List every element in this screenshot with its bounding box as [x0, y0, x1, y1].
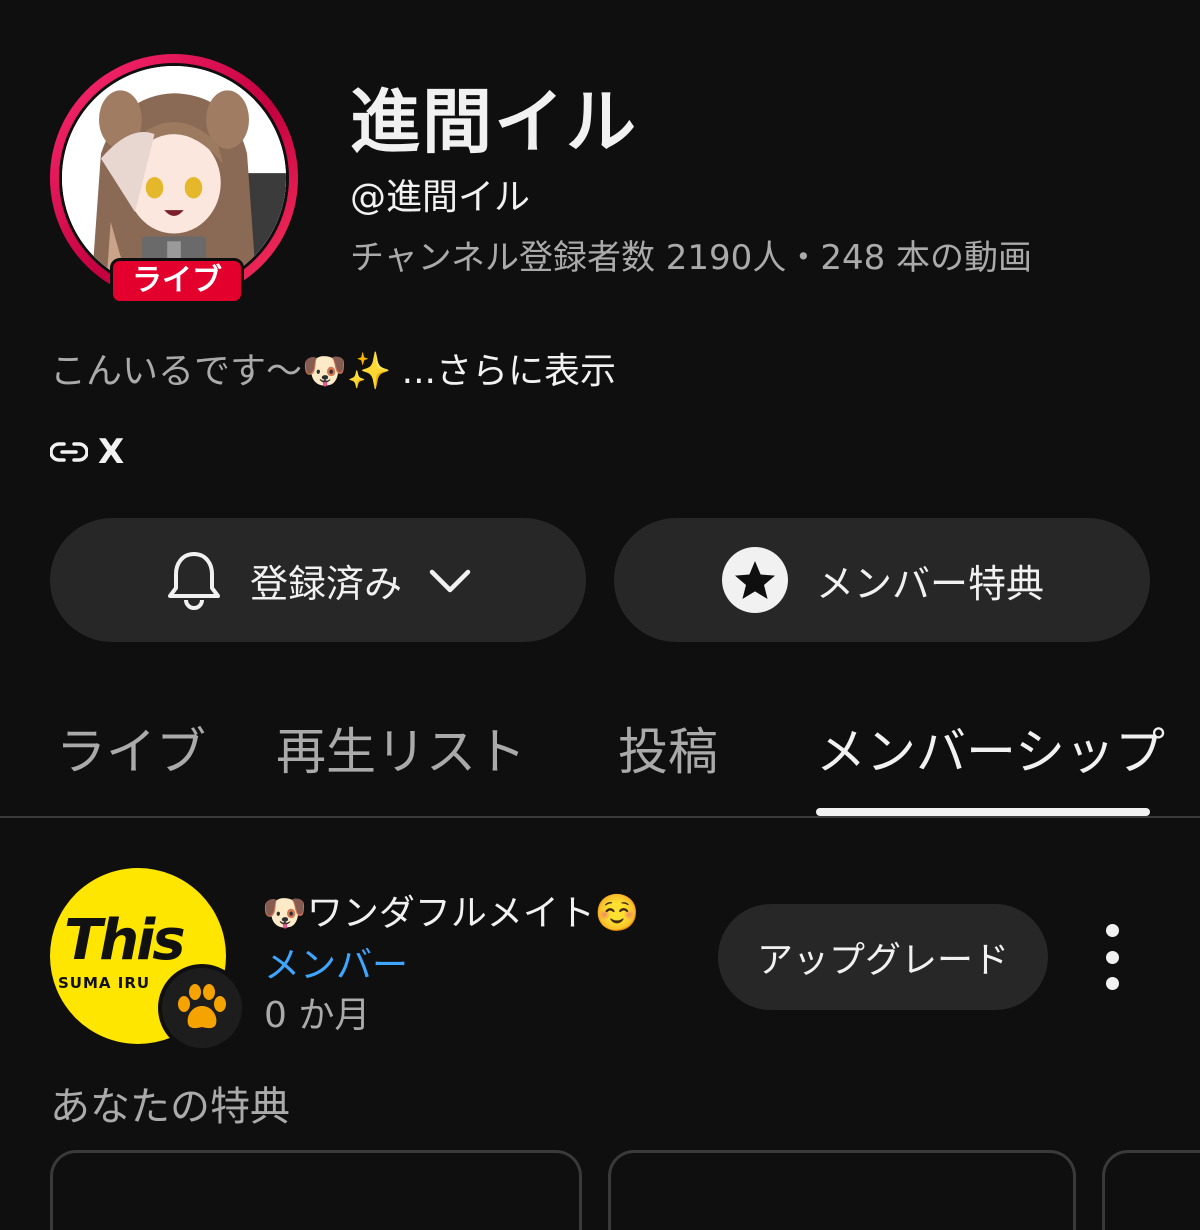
membership-status: メンバー [264, 945, 409, 986]
link-icon [50, 442, 88, 462]
tab-membership[interactable]: メンバーシップ [816, 712, 1165, 784]
chevron-down-icon [429, 569, 471, 593]
logo-word: This [64, 908, 186, 973]
upgrade-button[interactable]: アップグレード [718, 904, 1048, 1010]
tab-posts[interactable]: 投稿 [618, 712, 718, 784]
paw-icon [178, 984, 226, 1029]
logo-subtext: SUMA IRU [58, 974, 151, 992]
channel-avatar[interactable]: ライブ [50, 54, 298, 304]
more-options-icon[interactable] [1088, 924, 1136, 990]
paw-badge [158, 964, 246, 1052]
live-badge[interactable]: ライブ [110, 258, 244, 304]
channel-handle: @進間イル [350, 177, 531, 218]
member-perks-label: メンバー特典 [815, 561, 1044, 606]
show-more-link[interactable]: ...さらに表示 [402, 351, 616, 392]
member-perks-button[interactable]: メンバー特典 [614, 518, 1150, 642]
perk-card[interactable] [1102, 1150, 1200, 1230]
membership-duration: 0 か月 [264, 995, 371, 1036]
subscribed-button[interactable]: 登録済み [50, 518, 586, 642]
link-label: X [98, 432, 125, 472]
membership-tier-name: 🐶ワンダフルメイト☺️ [262, 893, 640, 934]
channel-name: 進間イル [350, 81, 638, 163]
description-text: こんいるです〜🐶✨ [50, 351, 392, 392]
kebab-dot [1105, 977, 1119, 990]
channel-tabs: ライブ 再生リスト 投稿 メンバーシップ [0, 680, 1200, 818]
active-tab-indicator [816, 808, 1150, 816]
channel-stats: チャンネル登録者数 2190人・248 本の動画 [350, 238, 1033, 278]
perks-heading: あなたの特典 [50, 1084, 290, 1130]
tab-live[interactable]: ライブ [56, 712, 206, 784]
star-badge-icon [721, 547, 788, 613]
bell-icon [167, 552, 220, 610]
avatar-illustration [62, 66, 286, 290]
subscribed-label: 登録済み [249, 561, 402, 606]
perk-card[interactable] [50, 1150, 582, 1230]
channel-description[interactable]: こんいるです〜🐶✨ ...さらに表示 [50, 342, 616, 394]
perk-card[interactable] [608, 1150, 1076, 1230]
kebab-dot [1105, 950, 1119, 964]
external-link[interactable]: X [50, 430, 124, 474]
tab-playlists[interactable]: 再生リスト [276, 712, 526, 784]
kebab-dot [1105, 924, 1119, 937]
